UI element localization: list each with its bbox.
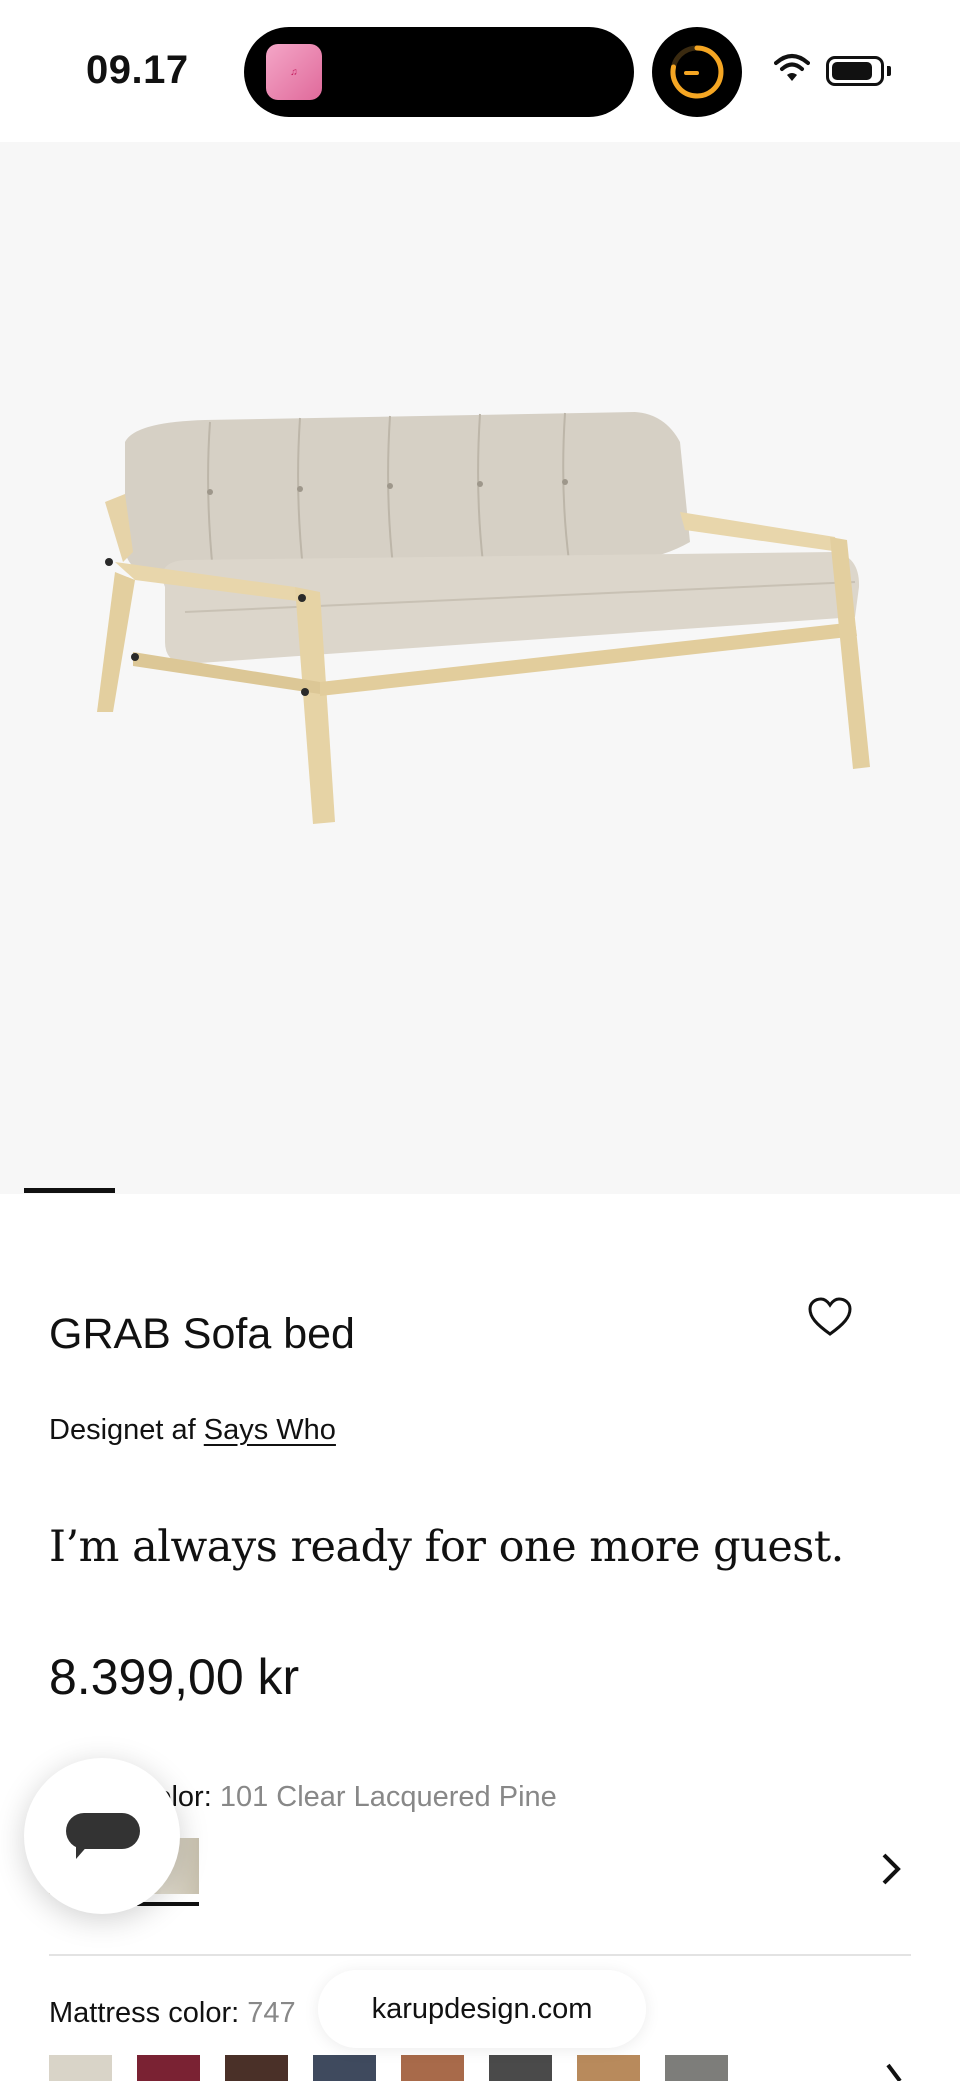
- wishlist-heart-icon[interactable]: [806, 1296, 854, 1340]
- mattress-swatch[interactable]: [665, 2055, 728, 2081]
- chat-button[interactable]: [24, 1758, 180, 1914]
- product-price: 8.399,00 kr: [49, 1649, 300, 1705]
- mattress-swatch[interactable]: [577, 2055, 640, 2081]
- status-time: 09.17: [86, 48, 189, 92]
- product-image-gallery[interactable]: [0, 142, 960, 1194]
- frame-color-value: 101 Clear Lacquered Pine: [219, 1781, 557, 1813]
- gallery-page-indicator: [24, 1188, 115, 1193]
- timer-activity-icon[interactable]: [652, 27, 742, 117]
- now-playing-artwork-icon: ♫: [266, 44, 322, 100]
- mattress-swatch[interactable]: [225, 2055, 288, 2081]
- chat-bubble-tail: [76, 1843, 90, 1859]
- section-divider: [49, 1954, 911, 1956]
- mattress-color-value: 747: [247, 1997, 296, 2029]
- product-tagline: I’m always ready for one more guest.: [49, 1522, 844, 1572]
- mattress-swatch[interactable]: [137, 2055, 200, 2081]
- status-bar: 09.17 ♫: [0, 0, 960, 142]
- mattress-swatch[interactable]: [489, 2055, 552, 2081]
- dynamic-island[interactable]: ♫: [244, 27, 634, 117]
- designer-line: Designet af Says Who: [49, 1414, 336, 1447]
- mattress-color-label: Mattress color: 747: [49, 1997, 296, 2030]
- designer-prefix: Designet af: [49, 1414, 196, 1446]
- mattress-swatch[interactable]: [401, 2055, 464, 2081]
- mattress-swatch[interactable]: [49, 2055, 112, 2081]
- mattress-color-title: Mattress color:: [49, 1997, 240, 2029]
- battery-tip: [887, 66, 891, 76]
- wifi-icon: [774, 54, 810, 81]
- browser-url-pill[interactable]: karupdesign.com: [318, 1970, 646, 2048]
- battery-icon: [826, 56, 884, 86]
- designer-link[interactable]: Says Who: [204, 1414, 336, 1446]
- chevron-right-icon[interactable]: [880, 1852, 902, 1886]
- browser-url: karupdesign.com: [371, 1992, 593, 2025]
- mattress-swatch[interactable]: [313, 2055, 376, 2081]
- product-title: GRAB Sofa bed: [49, 1310, 355, 1358]
- selected-swatch-underline: [137, 1902, 199, 1906]
- chevron-right-icon[interactable]: [884, 2062, 904, 2081]
- sofa-product-image: [97, 412, 870, 824]
